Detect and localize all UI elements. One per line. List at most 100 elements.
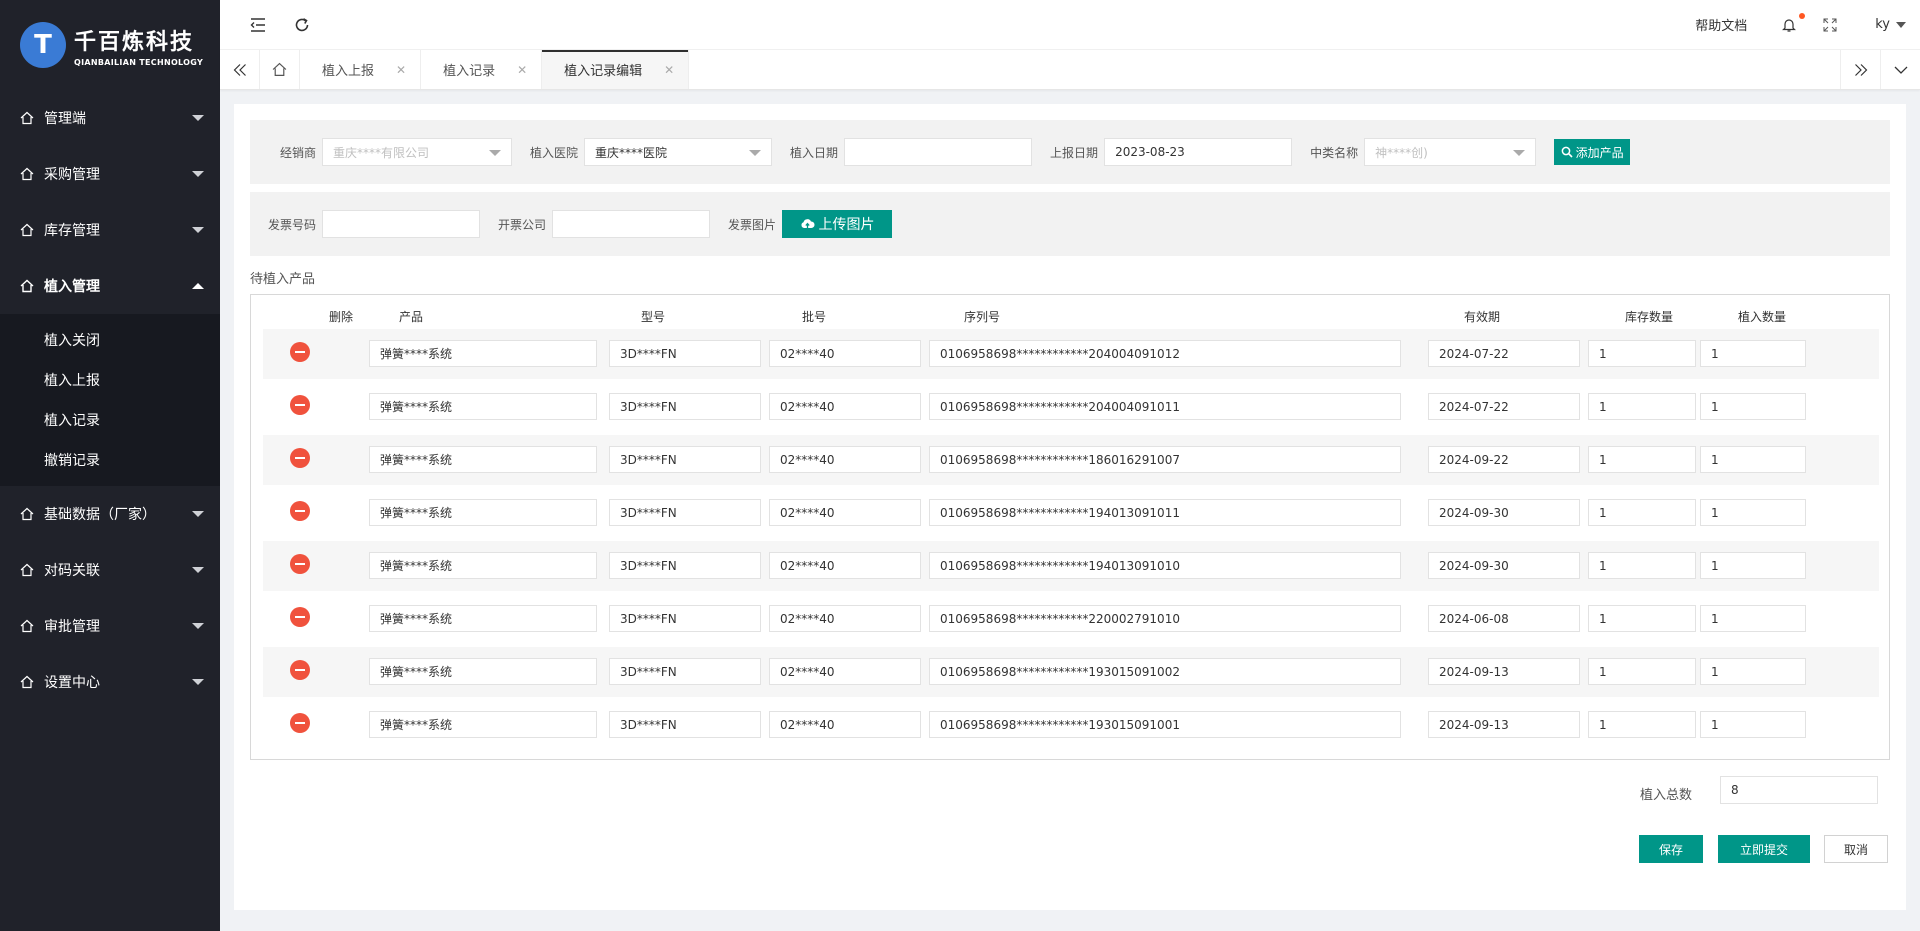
submenu-item-revoke-record[interactable]: 撤销记录 — [0, 440, 220, 480]
menu-item-settings[interactable]: 设置中心 — [0, 654, 220, 710]
tab-scroll-left-button[interactable] — [220, 50, 260, 89]
batch-field[interactable]: 02****40 — [769, 658, 921, 685]
implant-qty-field[interactable]: 1 — [1700, 711, 1806, 738]
tab-implant-record-edit[interactable]: 植入记录编辑 ✕ — [542, 50, 690, 89]
product-field[interactable]: 弹簧****系统 — [369, 446, 597, 473]
implant-date-input[interactable] — [844, 138, 1033, 166]
expiry-field[interactable]: 2024-09-22 — [1428, 446, 1580, 473]
stock-qty-field[interactable]: 1 — [1588, 711, 1696, 738]
fullscreen-button[interactable] — [1823, 18, 1837, 32]
implant-qty-field[interactable]: 1 — [1700, 393, 1806, 420]
implant-qty-field[interactable]: 1 — [1700, 340, 1806, 367]
implant-qty-field[interactable]: 1 — [1700, 552, 1806, 579]
category-select[interactable]: 神****创) — [1364, 138, 1537, 166]
model-field[interactable]: 3D****FN — [609, 658, 761, 685]
add-product-button[interactable]: 添加产品 — [1554, 139, 1631, 165]
tab-home[interactable] — [260, 50, 300, 89]
model-field[interactable]: 3D****FN — [609, 393, 761, 420]
menu-item-code-mapping[interactable]: 对码关联 — [0, 542, 220, 598]
implant-qty-field[interactable]: 1 — [1700, 446, 1806, 473]
serial-field[interactable]: 0106958698************204004091012 — [929, 340, 1401, 367]
product-field[interactable]: 弹簧****系统 — [369, 552, 597, 579]
serial-field[interactable]: 0106958698************186016291007 — [929, 446, 1401, 473]
expiry-field[interactable]: 2024-07-22 — [1428, 340, 1580, 367]
remove-row-icon[interactable] — [290, 501, 310, 521]
menu-item-admin[interactable]: 管理端 — [0, 90, 220, 146]
batch-field[interactable]: 02****40 — [769, 446, 921, 473]
product-field[interactable]: 弹簧****系统 — [369, 605, 597, 632]
remove-row-icon[interactable] — [290, 713, 310, 733]
close-icon[interactable]: ✕ — [664, 63, 674, 77]
serial-field[interactable]: 0106958698************220002791010 — [929, 605, 1401, 632]
implant-qty-field[interactable]: 1 — [1700, 605, 1806, 632]
hospital-select[interactable]: 重庆****医院 — [584, 138, 773, 166]
product-field[interactable]: 弹簧****系统 — [369, 711, 597, 738]
save-button[interactable]: 保存 — [1639, 835, 1703, 863]
remove-row-icon[interactable] — [290, 660, 310, 680]
expiry-field[interactable]: 2024-06-08 — [1428, 605, 1580, 632]
expiry-field[interactable]: 2024-09-30 — [1428, 499, 1580, 526]
model-field[interactable]: 3D****FN — [609, 605, 761, 632]
model-field[interactable]: 3D****FN — [609, 552, 761, 579]
notification-button[interactable] — [1781, 12, 1806, 33]
implant-qty-field[interactable]: 1 — [1700, 658, 1806, 685]
menu-item-base-data[interactable]: 基础数据（厂家） — [0, 486, 220, 542]
model-field[interactable]: 3D****FN — [609, 711, 761, 738]
upload-image-button[interactable]: 上传图片 — [782, 210, 893, 238]
cancel-button[interactable]: 取消 — [1824, 835, 1888, 863]
stock-qty-field[interactable]: 1 — [1588, 393, 1696, 420]
serial-field[interactable]: 0106958698************194013091010 — [929, 552, 1401, 579]
batch-field[interactable]: 02****40 — [769, 340, 921, 367]
expiry-field[interactable]: 2024-07-22 — [1428, 393, 1580, 420]
submenu-item-implant-record[interactable]: 植入记录 — [0, 400, 220, 440]
batch-field[interactable]: 02****40 — [769, 499, 921, 526]
expiry-field[interactable]: 2024-09-30 — [1428, 552, 1580, 579]
stock-qty-field[interactable]: 1 — [1588, 340, 1696, 367]
product-field[interactable]: 弹簧****系统 — [369, 393, 597, 420]
remove-row-icon[interactable] — [290, 554, 310, 574]
stock-qty-field[interactable]: 1 — [1588, 499, 1696, 526]
remove-row-icon[interactable] — [290, 342, 310, 362]
collapse-sidebar-button[interactable] — [244, 11, 272, 39]
invoice-no-input[interactable] — [322, 210, 481, 238]
close-icon[interactable]: ✕ — [517, 63, 527, 77]
submenu-item-implant-close[interactable]: 植入关闭 — [0, 320, 220, 360]
product-field[interactable]: 弹簧****系统 — [369, 499, 597, 526]
user-menu[interactable]: ky — [1875, 17, 1906, 32]
refresh-button[interactable] — [288, 11, 316, 39]
tab-options-button[interactable] — [1880, 50, 1920, 89]
menu-item-inventory[interactable]: 库存管理 — [0, 202, 220, 258]
stock-qty-field[interactable]: 1 — [1588, 658, 1696, 685]
submit-button[interactable]: 立即提交 — [1718, 835, 1810, 863]
dealer-select[interactable]: 重庆****有限公司 — [322, 138, 513, 166]
invoice-company-input[interactable] — [552, 210, 711, 238]
menu-item-implant[interactable]: 植入管理 — [0, 258, 220, 314]
product-field[interactable]: 弹簧****系统 — [369, 340, 597, 367]
model-field[interactable]: 3D****FN — [609, 499, 761, 526]
serial-field[interactable]: 0106958698************193015091002 — [929, 658, 1401, 685]
close-icon[interactable]: ✕ — [396, 63, 406, 77]
remove-row-icon[interactable] — [290, 395, 310, 415]
remove-row-icon[interactable] — [290, 607, 310, 627]
menu-item-purchase[interactable]: 采购管理 — [0, 146, 220, 202]
help-docs-link[interactable]: 帮助文档 — [1695, 15, 1747, 34]
model-field[interactable]: 3D****FN — [609, 340, 761, 367]
serial-field[interactable]: 0106958698************194013091011 — [929, 499, 1401, 526]
stock-qty-field[interactable]: 1 — [1588, 605, 1696, 632]
batch-field[interactable]: 02****40 — [769, 711, 921, 738]
menu-item-approval[interactable]: 审批管理 — [0, 598, 220, 654]
submenu-item-implant-report[interactable]: 植入上报 — [0, 360, 220, 400]
serial-field[interactable]: 0106958698************193015091001 — [929, 711, 1401, 738]
product-field[interactable]: 弹簧****系统 — [369, 658, 597, 685]
expiry-field[interactable]: 2024-09-13 — [1428, 658, 1580, 685]
stock-qty-field[interactable]: 1 — [1588, 446, 1696, 473]
batch-field[interactable]: 02****40 — [769, 552, 921, 579]
stock-qty-field[interactable]: 1 — [1588, 552, 1696, 579]
tab-implant-report[interactable]: 植入上报 ✕ — [300, 50, 422, 89]
expiry-field[interactable]: 2024-09-13 — [1428, 711, 1580, 738]
brand-logo[interactable]: T 千百炼科技 QIANBAILIAN TECHNOLOGY — [0, 0, 220, 90]
tab-scroll-right-button[interactable] — [1840, 50, 1880, 89]
implant-qty-field[interactable]: 1 — [1700, 499, 1806, 526]
model-field[interactable]: 3D****FN — [609, 446, 761, 473]
batch-field[interactable]: 02****40 — [769, 393, 921, 420]
